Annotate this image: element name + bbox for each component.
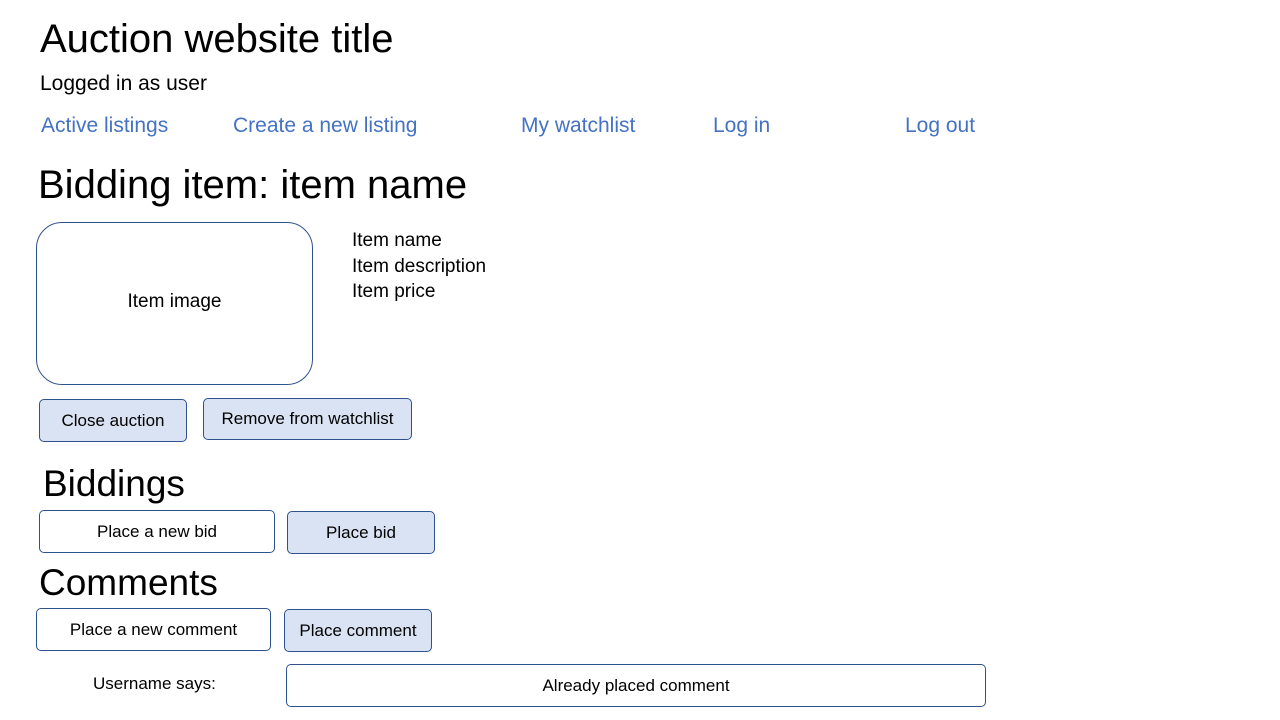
comment-text: Already placed comment — [542, 675, 730, 695]
item-name: Item name — [352, 230, 442, 251]
biddings-heading: Biddings — [43, 463, 185, 504]
item-details: Item name Item description Item price — [352, 228, 486, 305]
item-description: Item description — [352, 255, 487, 277]
page-title: Bidding item: item name — [38, 163, 468, 207]
place-comment-button[interactable]: Place comment — [284, 609, 432, 652]
nav-link-create-listing[interactable]: Create a new listing — [233, 112, 417, 140]
item-image-label: Item image — [127, 290, 222, 312]
comments-heading: Comments — [39, 562, 218, 603]
item-price: Item price — [352, 281, 436, 302]
comment-text-box: Already placed comment — [286, 664, 986, 707]
new-bid-input[interactable] — [39, 510, 275, 553]
comment-author-label: Username says: — [93, 674, 216, 693]
item-image-placeholder: Item image — [36, 222, 313, 385]
auction-item-page: Auction website title Logged in as user … — [0, 0, 1280, 720]
site-title: Auction website title — [40, 17, 394, 61]
nav-link-log-out[interactable]: Log out — [905, 112, 975, 140]
nav-link-active-listings[interactable]: Active listings — [41, 112, 168, 140]
close-auction-button[interactable]: Close auction — [39, 399, 187, 442]
logged-in-status: Logged in as user — [40, 72, 207, 95]
place-bid-button[interactable]: Place bid — [287, 511, 435, 554]
remove-from-watchlist-button[interactable]: Remove from watchlist — [203, 398, 412, 440]
nav-link-watchlist[interactable]: My watchlist — [521, 112, 635, 140]
nav-link-log-in[interactable]: Log in — [713, 112, 770, 140]
new-comment-input[interactable] — [36, 608, 271, 651]
